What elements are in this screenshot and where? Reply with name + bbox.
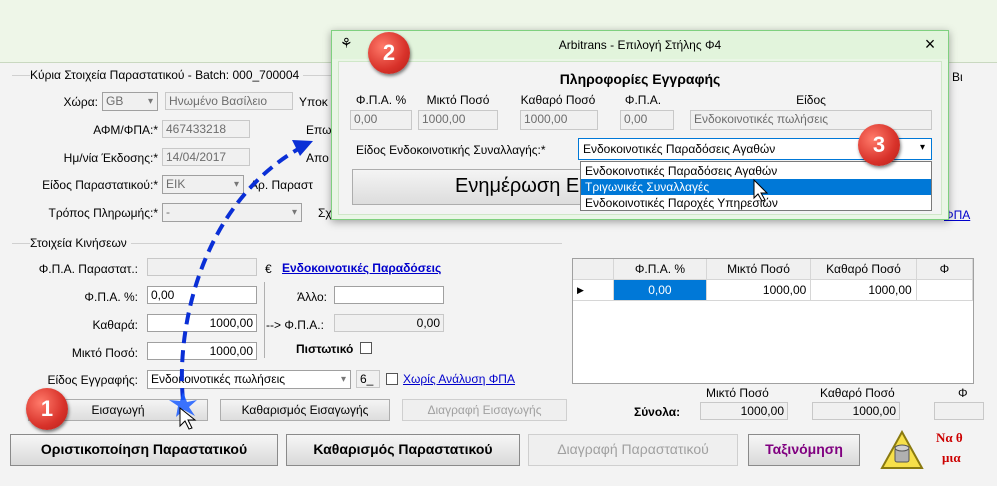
dashed-arrow bbox=[169, 140, 769, 430]
step-badge-1: 1 bbox=[26, 388, 68, 430]
step-badge-2: 2 bbox=[368, 32, 410, 74]
step-badge-3: 3 bbox=[858, 124, 900, 166]
